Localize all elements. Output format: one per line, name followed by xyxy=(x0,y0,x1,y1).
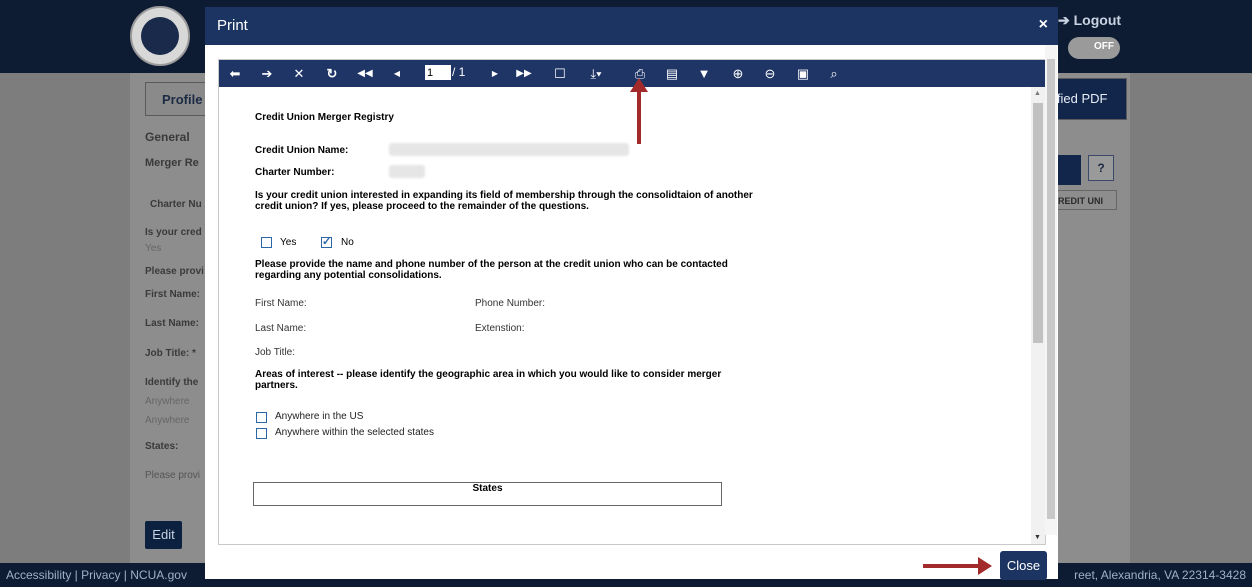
toggle-switch[interactable]: OFF xyxy=(1068,37,1120,59)
job-title-label: Job Title: * xyxy=(145,348,196,359)
job-title-label: Job Title: xyxy=(255,347,296,358)
seal-emblem xyxy=(141,17,179,55)
anywhere-radio-1[interactable]: Anywhere xyxy=(145,396,189,407)
states-table: States xyxy=(253,482,722,506)
provide-label: Please provi xyxy=(145,266,204,277)
last-page-icon[interactable]: ▶▶ xyxy=(516,64,532,83)
footer-links[interactable]: Accessibility | Privacy | NCUA.gov xyxy=(6,568,187,582)
viewer-scrollbar[interactable]: ▲ ▼ xyxy=(1031,87,1045,544)
profile-button[interactable]: Profile xyxy=(145,82,207,116)
first-name-label: First Name: xyxy=(255,298,307,309)
scrollbar-thumb[interactable] xyxy=(1033,103,1043,343)
dialog-scrollbar-thumb[interactable] xyxy=(1047,59,1055,519)
anywhere-states-label: Anywhere within the selected states xyxy=(275,427,434,438)
report-viewer: ⬅ ➔ ✕ ↻ ◀◀ ◀ / 1 ▶ ▶▶ ☐ ⤓▾ ⎙ ▤ ▼ ⊕ ⊖ ▣ ⌕… xyxy=(218,59,1046,545)
fit-page-icon[interactable]: ▣ xyxy=(795,64,811,83)
scroll-down-icon[interactable]: ▼ xyxy=(1034,534,1041,541)
next-page-icon[interactable]: ▶ xyxy=(489,64,501,83)
charter-number-label: Charter Number: xyxy=(255,167,335,178)
redacted-credit-union-name xyxy=(389,143,629,156)
help-button[interactable]: ? xyxy=(1088,155,1114,181)
zoom-in-icon[interactable]: ⊕ xyxy=(730,64,746,83)
merger-question: Is your credit union interested in expan… xyxy=(255,190,753,212)
certified-pdf-button[interactable]: ified PDF xyxy=(1053,78,1127,120)
anywhere-states-checkbox[interactable] xyxy=(256,428,267,439)
extension-label: Extenstion: xyxy=(475,323,525,334)
annotation-arrow-right xyxy=(923,564,981,568)
page-count: / 1 xyxy=(452,65,466,79)
close-icon[interactable]: × xyxy=(1039,16,1048,34)
states-label: States: xyxy=(145,441,179,452)
dialog-scrollbar[interactable] xyxy=(1045,45,1057,535)
question-label: Is your cred xyxy=(145,227,202,238)
search-icon[interactable]: ⌕ xyxy=(826,64,842,83)
last-name-label: Last Name: xyxy=(255,323,307,334)
ncua-seal-logo xyxy=(130,6,190,66)
print-dialog: Print × ⬅ ➔ ✕ ↻ ◀◀ ◀ / 1 ▶ ▶▶ ☐ ⤓▾ ⎙ ▤ ▼… xyxy=(205,7,1058,580)
charter-number-column: Charter Nu xyxy=(150,199,202,210)
filter-icon[interactable]: ▼ xyxy=(697,64,711,83)
close-button[interactable]: Close xyxy=(1000,551,1047,580)
footer-address: reet, Alexandria, VA 22314-3428 xyxy=(1074,568,1246,582)
no-checkbox[interactable] xyxy=(321,235,332,248)
merger-registry-label: Merger Re xyxy=(145,157,199,169)
stop-icon[interactable]: ✕ xyxy=(292,64,306,83)
report-page: Credit Union Merger Registry Credit Unio… xyxy=(219,87,1031,544)
page-setup-icon[interactable]: ☐ xyxy=(553,64,567,83)
report-title: Credit Union Merger Registry xyxy=(255,112,394,123)
yes-checkbox[interactable] xyxy=(261,237,272,248)
tab-general[interactable]: General xyxy=(145,130,190,144)
provide-label-2: Please provi xyxy=(145,470,201,481)
annotation-arrow-right-head xyxy=(978,557,992,575)
toggle-label: OFF xyxy=(1094,41,1114,52)
edit-button[interactable]: Edit xyxy=(145,521,182,549)
back-icon[interactable]: ⬅ xyxy=(227,64,243,83)
credit-union-column: REDIT UNI xyxy=(1053,190,1117,210)
dialog-title: Print xyxy=(217,17,248,34)
logout-link[interactable]: ➔ Logout xyxy=(1058,12,1121,29)
redacted-charter-number xyxy=(389,165,425,178)
first-page-icon[interactable]: ◀◀ xyxy=(357,64,373,83)
credit-union-name-label: Credit Union Name: xyxy=(255,145,349,156)
first-name-label: First Name: xyxy=(145,289,201,300)
refresh-icon[interactable]: ↻ xyxy=(324,64,340,83)
page-number-input[interactable] xyxy=(425,65,451,80)
print-preview-icon[interactable]: ▤ xyxy=(665,64,679,83)
identify-label: Identify the xyxy=(145,377,199,388)
areas-prompt: Areas of interest -- please identify the… xyxy=(255,369,722,391)
dialog-header: Print × xyxy=(205,7,1058,45)
last-name-label: Last Name: xyxy=(145,318,199,329)
contact-prompt: Please provide the name and phone number… xyxy=(255,259,728,281)
prev-page-icon[interactable]: ◀ xyxy=(391,64,403,83)
yes-radio[interactable]: Yes xyxy=(145,243,161,254)
scroll-up-icon[interactable]: ▲ xyxy=(1034,90,1041,97)
anywhere-radio-2[interactable]: Anywhere xyxy=(145,415,189,426)
anywhere-us-label: Anywhere in the US xyxy=(275,411,364,422)
states-header: States xyxy=(472,483,503,494)
yes-label: Yes xyxy=(280,237,297,248)
zoom-out-icon[interactable]: ⊖ xyxy=(762,64,778,83)
forward-icon[interactable]: ➔ xyxy=(259,64,275,83)
phone-number-label: Phone Number: xyxy=(475,298,546,309)
annotation-arrow-up xyxy=(637,88,641,144)
anywhere-us-checkbox[interactable] xyxy=(256,412,267,423)
no-label: No xyxy=(341,237,354,248)
export-dropdown-icon[interactable]: ⤓▾ xyxy=(583,64,609,83)
